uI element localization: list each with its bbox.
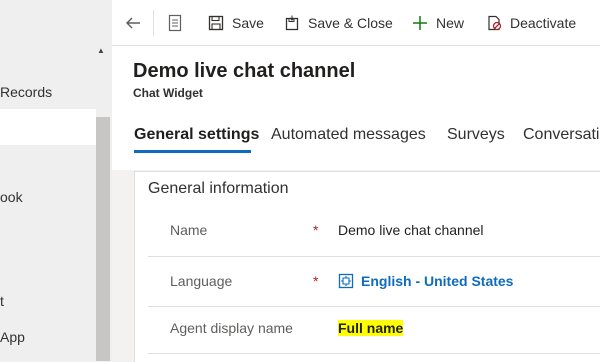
back-button[interactable] bbox=[124, 0, 150, 45]
save-icon bbox=[208, 15, 224, 30]
language-value[interactable]: English - United States bbox=[361, 273, 513, 289]
deactivate-button[interactable]: Deactivate bbox=[486, 0, 576, 45]
save-label: Save bbox=[232, 14, 264, 31]
divider bbox=[148, 353, 600, 354]
agent-display-name-select[interactable]: Full name bbox=[338, 305, 404, 351]
command-bar: Save Save & Close New Deactivate bbox=[112, 0, 600, 46]
language-record-icon bbox=[338, 273, 354, 289]
field-row-language: Language * English - United States bbox=[148, 258, 600, 304]
tab-general-settings[interactable]: General settings bbox=[134, 126, 259, 144]
general-information-section: General information Name * Demo live cha… bbox=[134, 171, 600, 362]
divider bbox=[153, 10, 154, 36]
language-lookup[interactable]: English - United States bbox=[338, 258, 513, 304]
deactivate-label: Deactivate bbox=[510, 14, 577, 31]
field-row-name: Name * Demo live chat channel bbox=[148, 207, 600, 253]
record-entity-name: Chat Widget bbox=[133, 86, 203, 100]
field-label-language: Language bbox=[170, 273, 233, 289]
nav-item-records[interactable]: Records bbox=[0, 84, 52, 100]
agent-display-name-value: Full name bbox=[338, 320, 404, 336]
nav-item-app[interactable]: App bbox=[0, 329, 25, 345]
nav-item-t[interactable]: t bbox=[0, 293, 4, 309]
back-arrow-icon bbox=[126, 17, 140, 28]
field-label-agent-display-name: Agent display name bbox=[170, 320, 293, 336]
save-close-icon bbox=[285, 15, 299, 30]
tab-conversation[interactable]: Conversatio bbox=[523, 126, 600, 144]
left-navigation: ▲ Records ook t App bbox=[0, 0, 112, 361]
new-label: New bbox=[436, 14, 465, 31]
tab-automated-messages[interactable]: Automated messages bbox=[271, 126, 426, 144]
active-tab-indicator bbox=[134, 150, 251, 153]
record-header: Demo live chat channel Chat Widget Gener… bbox=[112, 46, 600, 170]
plus-icon bbox=[413, 15, 427, 30]
required-indicator: * bbox=[313, 273, 319, 289]
name-input[interactable]: Demo live chat channel bbox=[338, 207, 484, 253]
section-title: General information bbox=[148, 180, 289, 197]
scroll-up-icon[interactable]: ▲ bbox=[97, 46, 105, 55]
sidebar-scrollbar[interactable] bbox=[96, 117, 110, 361]
form-icon bbox=[168, 14, 182, 31]
nav-selected-item[interactable] bbox=[0, 109, 96, 145]
field-label-name: Name bbox=[170, 222, 208, 238]
divider bbox=[148, 256, 600, 257]
deactivate-icon bbox=[488, 15, 502, 30]
save-and-close-button[interactable]: Save & Close bbox=[284, 0, 393, 45]
form-view-button[interactable] bbox=[168, 0, 190, 45]
save-and-close-label: Save & Close bbox=[308, 14, 393, 31]
save-button[interactable]: Save bbox=[208, 0, 264, 45]
nav-item-notebook[interactable]: ook bbox=[0, 189, 23, 205]
new-button[interactable]: New bbox=[412, 0, 464, 45]
record-title: Demo live chat channel bbox=[133, 60, 356, 82]
required-indicator: * bbox=[313, 222, 319, 238]
tab-surveys[interactable]: Surveys bbox=[447, 126, 505, 144]
field-row-agent-display-name: Agent display name Full name bbox=[148, 305, 600, 351]
